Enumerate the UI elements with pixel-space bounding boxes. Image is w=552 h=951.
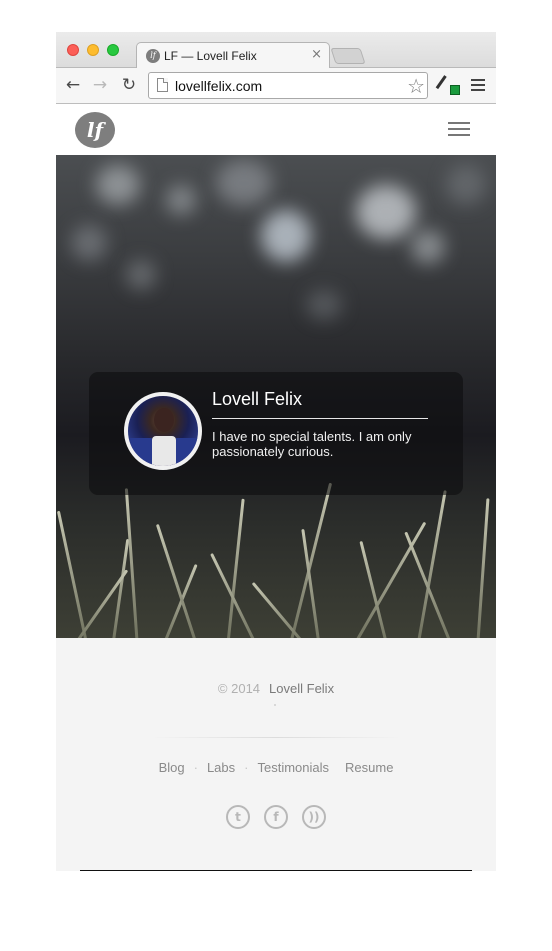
back-arrow-icon[interactable]: ← bbox=[62, 74, 84, 96]
address-bar[interactable]: lovellfelix.com ☆ bbox=[148, 72, 428, 99]
facebook-icon[interactable]: f bbox=[264, 805, 288, 829]
zoom-window-button[interactable] bbox=[107, 44, 119, 56]
browser-window: lf LF — Lovell Felix × ← → ↻ lovellfelix… bbox=[56, 32, 496, 871]
profile-divider bbox=[212, 418, 428, 419]
title-bar: lf LF — Lovell Felix × bbox=[56, 32, 496, 69]
profile-card: Lovell Felix I have no special talents. … bbox=[89, 372, 463, 495]
avatar bbox=[124, 392, 202, 470]
copyright: © 2014 Lovell Felix bbox=[56, 681, 496, 696]
close-window-button[interactable] bbox=[67, 44, 79, 56]
minimize-window-button[interactable] bbox=[87, 44, 99, 56]
reload-icon[interactable]: ↻ bbox=[118, 74, 140, 96]
footer-link-blog[interactable]: Blog bbox=[159, 760, 185, 775]
twitter-icon[interactable]: t bbox=[226, 805, 250, 829]
copyright-year: © 2014 bbox=[217, 681, 261, 696]
footer-divider bbox=[151, 737, 401, 738]
footer-nav-separator: · bbox=[244, 760, 249, 775]
eyedropper-extension-icon[interactable] bbox=[435, 75, 461, 97]
footer-link-labs[interactable]: Labs bbox=[207, 760, 235, 775]
profile-name: Lovell Felix bbox=[212, 389, 303, 409]
site-logo[interactable]: lf bbox=[75, 112, 115, 148]
address-url[interactable]: lovellfelix.com bbox=[175, 78, 262, 94]
browser-toolbar: ← → ↻ lovellfelix.com ☆ bbox=[56, 68, 496, 104]
social-links: t f)) bbox=[56, 805, 496, 829]
tab-favicon-icon: lf bbox=[146, 49, 160, 63]
footer-link-resume[interactable]: Resume bbox=[345, 760, 393, 775]
footer-dot bbox=[274, 704, 276, 706]
hamburger-menu-icon[interactable] bbox=[448, 122, 470, 136]
profile-tagline: I have no special talents. I am only pas… bbox=[212, 429, 412, 459]
site-footer: © 2014 Lovell Felix Blog · Labs · Testimonial… bbox=[56, 638, 496, 871]
tab-title: LF — Lovell Felix bbox=[164, 49, 257, 63]
forward-arrow-icon[interactable]: → bbox=[89, 74, 111, 96]
footer-nav-separator: · bbox=[193, 760, 198, 775]
hero-background: Lovell Felix I have no special talents. … bbox=[56, 155, 496, 638]
window-bottom-border bbox=[80, 870, 472, 871]
footer-nav: Blog · Labs · Testimonials Resume bbox=[56, 760, 496, 775]
page-icon bbox=[157, 78, 168, 92]
bookmark-star-icon[interactable]: ☆ bbox=[407, 74, 425, 98]
new-tab-button[interactable] bbox=[330, 48, 366, 64]
rss-icon[interactable]: )) bbox=[302, 805, 326, 829]
browser-tab[interactable]: lf LF — Lovell Felix × bbox=[136, 42, 330, 69]
menu-icon[interactable] bbox=[471, 79, 485, 91]
footer-link-testimonials[interactable]: Testimonials bbox=[257, 760, 329, 775]
site-header: lf bbox=[56, 104, 496, 155]
tab-close-icon[interactable]: × bbox=[311, 47, 322, 62]
footer-owner-link[interactable]: Lovell Felix bbox=[269, 681, 334, 696]
